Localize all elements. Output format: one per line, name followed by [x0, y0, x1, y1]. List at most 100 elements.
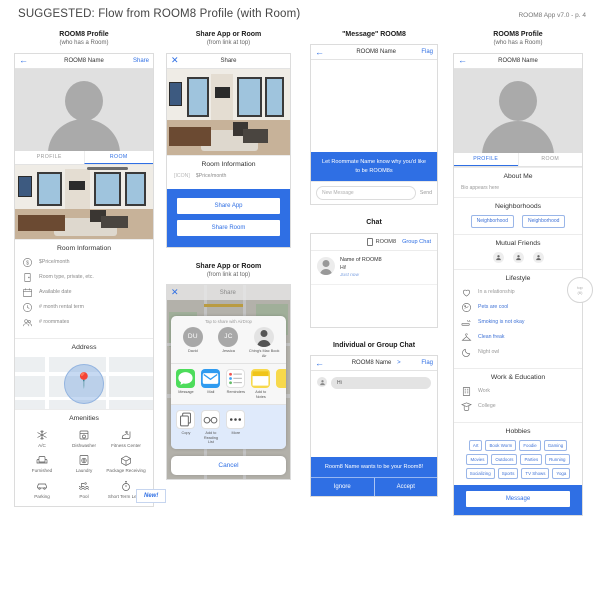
hobby-chip[interactable]: Book Worm: [485, 439, 517, 451]
amenity-fitness-center[interactable]: Fitness Center: [106, 427, 146, 450]
tab-profile[interactable]: PROFILE: [15, 151, 84, 164]
chevron-right-icon[interactable]: >: [397, 360, 401, 366]
airdrop-contact-david[interactable]: DU David: [177, 326, 209, 358]
friend-avatar-icon[interactable]: [532, 251, 544, 263]
chat-thread-empty: [311, 395, 437, 458]
avatar: [454, 68, 582, 153]
cigarette-icon: [461, 317, 472, 328]
address-title: Address: [71, 343, 97, 351]
about-me-bio: Bio appears here: [461, 184, 500, 191]
share-app-button[interactable]: Share App: [177, 197, 280, 214]
hobby-chip[interactable]: Movies: [466, 453, 489, 465]
calendar-icon: [22, 287, 33, 298]
tab-room[interactable]: ROOM: [83, 150, 153, 164]
hobby-chip[interactable]: Yoga: [552, 467, 571, 479]
column-message-room8: "Message" ROOM8 ← ROOM8 Name Flag Let Ro…: [310, 30, 438, 498]
chat-bubble: Hi: [331, 377, 431, 390]
amenity-ac[interactable]: A/C: [22, 427, 62, 450]
hobby-chip[interactable]: Running: [545, 453, 570, 465]
hobby-chip[interactable]: Art: [468, 439, 483, 451]
new-message-input[interactable]: New Message: [316, 186, 416, 201]
share-button[interactable]: Share: [133, 58, 149, 64]
friend-avatar-icon[interactable]: [492, 251, 504, 263]
share-target-more-apps[interactable]: [276, 369, 286, 399]
column-1-header: ROOM8 Profile (who has a Room): [14, 30, 154, 48]
share-target-notes[interactable]: Add to Notes: [251, 369, 271, 399]
hobby-chip[interactable]: Foodie: [519, 439, 541, 451]
tab-profile[interactable]: PROFILE: [454, 153, 518, 166]
share-target-reminders[interactable]: Reminders: [226, 369, 246, 399]
photo-window: [37, 171, 62, 206]
send-button[interactable]: Send: [420, 190, 432, 196]
column-2-subtitle: (from link at top): [206, 40, 251, 47]
column-3-header: "Message" ROOM8: [310, 30, 438, 39]
room8-request-banner: Room8 Name wants to be your Room8!: [311, 457, 437, 478]
photo-column: [211, 73, 234, 124]
airdrop-name: Jessica: [222, 348, 235, 353]
flag-button[interactable]: Flag: [421, 360, 433, 366]
room-photo: [15, 164, 153, 239]
action-label: Add to Reading List: [203, 430, 218, 445]
close-x-icon[interactable]: ✕: [171, 288, 179, 297]
back-arrow-icon[interactable]: ←: [458, 56, 474, 65]
chat-list-item[interactable]: Name of ROOM8 Hi! Just now: [311, 251, 437, 285]
action-label: More: [231, 430, 241, 435]
back-arrow-icon[interactable]: ←: [19, 56, 35, 65]
flag-button[interactable]: Flag: [421, 49, 433, 55]
back-arrow-icon[interactable]: ←: [315, 47, 331, 57]
chat-item-text: Name of ROOM8 Hi! Just now: [340, 257, 382, 278]
hobbies-chips: Art Book Worm Foodie Gaming Movies Outdo…: [461, 439, 575, 479]
share-sheet-navbar: ✕ Share: [167, 285, 290, 301]
group-chat-title: Individual or Group Chat: [332, 341, 416, 349]
amenity-furnished[interactable]: Furnished: [22, 452, 62, 475]
share-target-label: Add to Notes: [255, 390, 267, 400]
work-label: Work: [478, 388, 491, 395]
lifestyle-label: Clean freak: [478, 334, 505, 341]
tab-room[interactable]: ROOM: [517, 152, 583, 166]
cancel-button[interactable]: Cancel: [171, 456, 286, 476]
tab-room8[interactable]: ROOM8: [366, 237, 396, 246]
neighborhood-chip[interactable]: Neighborhood: [522, 214, 566, 228]
amenity-parking[interactable]: Parking: [22, 478, 62, 501]
photo-artwork: [17, 176, 32, 198]
hobby-chip[interactable]: TV Shows: [521, 467, 550, 479]
airdrop-contact-jessica[interactable]: JC Jessica: [212, 326, 244, 358]
action-add-to-reading-list[interactable]: Add to Reading List: [201, 409, 221, 445]
message-button[interactable]: Message: [466, 490, 570, 507]
amenity-label: A/C: [38, 442, 46, 448]
chat-item-name: Name of ROOM8: [340, 256, 382, 263]
amenity-dishwasher[interactable]: Dishwasher: [64, 427, 104, 450]
amenity-package-receiving[interactable]: Package Receiving: [106, 452, 146, 475]
hobby-chip[interactable]: Gaming: [543, 439, 568, 451]
friend-avatar-icon[interactable]: [512, 251, 524, 263]
share-target-message[interactable]: Message: [176, 369, 196, 399]
ignore-button[interactable]: Ignore: [311, 478, 374, 496]
work-education-section: Work & Education Work College: [454, 367, 582, 422]
page-meta: ROOM8 App v7.0 - p. 4: [518, 12, 586, 19]
amenity-laundry[interactable]: Laundry: [64, 452, 104, 475]
accept-button[interactable]: Accept: [373, 478, 438, 497]
address-map[interactable]: 📍: [15, 356, 153, 409]
hobby-chip[interactable]: Parties: [520, 453, 543, 465]
neighborhood-chip[interactable]: Neighborhood: [470, 214, 514, 228]
avatar-head-icon: [499, 80, 537, 121]
hobby-chip[interactable]: Sports: [497, 467, 519, 479]
navbar-profile: ← ROOM8 Name: [454, 53, 582, 69]
share-target-mail[interactable]: Mail: [201, 369, 221, 399]
close-x-icon[interactable]: ✕: [171, 56, 187, 65]
column-1-subtitle: (who has a Room): [59, 40, 109, 47]
tab-group-chat[interactable]: Group Chat: [402, 239, 431, 245]
lifestyle-row: In a relationship: [461, 287, 575, 298]
navbar-title: ROOM8 Name >: [331, 360, 421, 366]
amenity-pool[interactable]: Pool: [64, 478, 104, 501]
room-photo: [167, 68, 290, 155]
back-arrow-icon[interactable]: ←: [315, 358, 331, 368]
action-copy[interactable]: Copy: [176, 409, 196, 445]
hobby-chip[interactable]: Socializing: [465, 467, 495, 479]
share-room-button[interactable]: Share Room: [177, 219, 280, 236]
photo-artwork: [169, 82, 182, 107]
share-sheet-actions-row: Copy Add to Reading List More: [171, 403, 286, 450]
airdrop-device-mac[interactable]: Ching's Mac Book Air: [248, 326, 280, 358]
hobby-chip[interactable]: Outdoors: [491, 453, 518, 465]
action-more[interactable]: More: [226, 409, 246, 445]
